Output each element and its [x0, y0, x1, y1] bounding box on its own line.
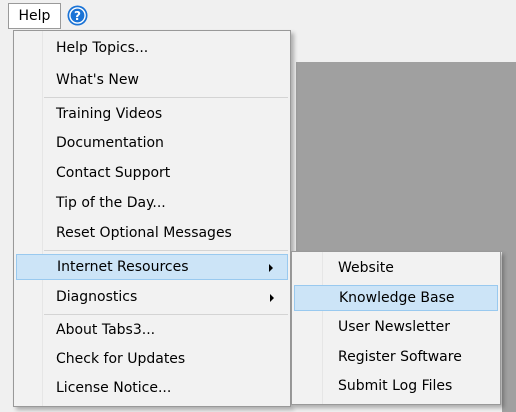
menu-item-label: What's New [56, 72, 139, 88]
workspace-background-edge [502, 245, 516, 412]
menu-item-tip-of-the-day[interactable]: Tip of the Day... [16, 191, 288, 217]
submenu-item-user-newsletter[interactable]: User Newsletter [294, 315, 498, 341]
internet-resources-submenu: Website Knowledge Base User Newsletter R… [291, 251, 501, 405]
submenu-item-register-software[interactable]: Register Software [294, 345, 498, 371]
menu-item-contact-support[interactable]: Contact Support [16, 161, 288, 187]
menu-item-label: Tip of the Day... [56, 195, 166, 211]
svg-text:?: ? [74, 9, 81, 23]
submenu-item-knowledge-base[interactable]: Knowledge Base [294, 285, 498, 311]
menu-item-label: Contact Support [56, 165, 171, 181]
menu-item-about-tabs3[interactable]: About Tabs3... [16, 318, 288, 344]
menu-item-label: Training Videos [56, 106, 163, 122]
submenu-item-label: User Newsletter [338, 319, 451, 335]
submenu-item-label: Website [338, 260, 394, 276]
menu-item-documentation[interactable]: Documentation [16, 131, 288, 157]
menu-item-license-notice[interactable]: License Notice... [16, 376, 288, 402]
menu-item-label: Check for Updates [56, 351, 186, 367]
menu-item-reset-optional-messages[interactable]: Reset Optional Messages [16, 221, 288, 247]
menu-item-label: Documentation [56, 135, 164, 151]
submenu-item-label: Knowledge Base [339, 290, 455, 306]
submenu-item-label: Submit Log Files [338, 378, 453, 394]
menu-item-whats-new[interactable]: What's New [16, 68, 288, 94]
help-menu-label: Help [18, 8, 51, 24]
question-circle-icon[interactable]: ? [67, 5, 88, 26]
submenu-arrow-icon [270, 294, 274, 302]
help-menu-button[interactable]: Help [8, 3, 61, 29]
menu-separator [44, 250, 288, 251]
menu-item-internet-resources[interactable]: Internet Resources [16, 254, 288, 280]
help-dropdown-menu: Help Topics... What's New Training Video… [13, 30, 291, 407]
menu-separator [44, 314, 288, 315]
menu-item-label: Diagnostics [56, 289, 138, 305]
menu-item-diagnostics[interactable]: Diagnostics [16, 285, 288, 311]
submenu-item-website[interactable]: Website [294, 256, 498, 282]
submenu-item-label: Register Software [338, 349, 462, 365]
menu-item-label: Reset Optional Messages [56, 225, 232, 241]
workspace-background [296, 62, 516, 252]
menu-item-label: Internet Resources [57, 259, 189, 275]
submenu-arrow-icon [269, 264, 273, 272]
menu-item-label: Help Topics... [56, 40, 149, 56]
menu-bar: Help ? [0, 0, 516, 32]
menu-item-label: About Tabs3... [56, 322, 156, 338]
menu-item-help-topics[interactable]: Help Topics... [16, 36, 288, 62]
menu-separator [44, 97, 288, 98]
menu-item-check-for-updates[interactable]: Check for Updates [16, 347, 288, 373]
menu-item-label: License Notice... [56, 380, 172, 396]
menu-item-training-videos[interactable]: Training Videos [16, 102, 288, 128]
submenu-item-submit-log-files[interactable]: Submit Log Files [294, 374, 498, 400]
